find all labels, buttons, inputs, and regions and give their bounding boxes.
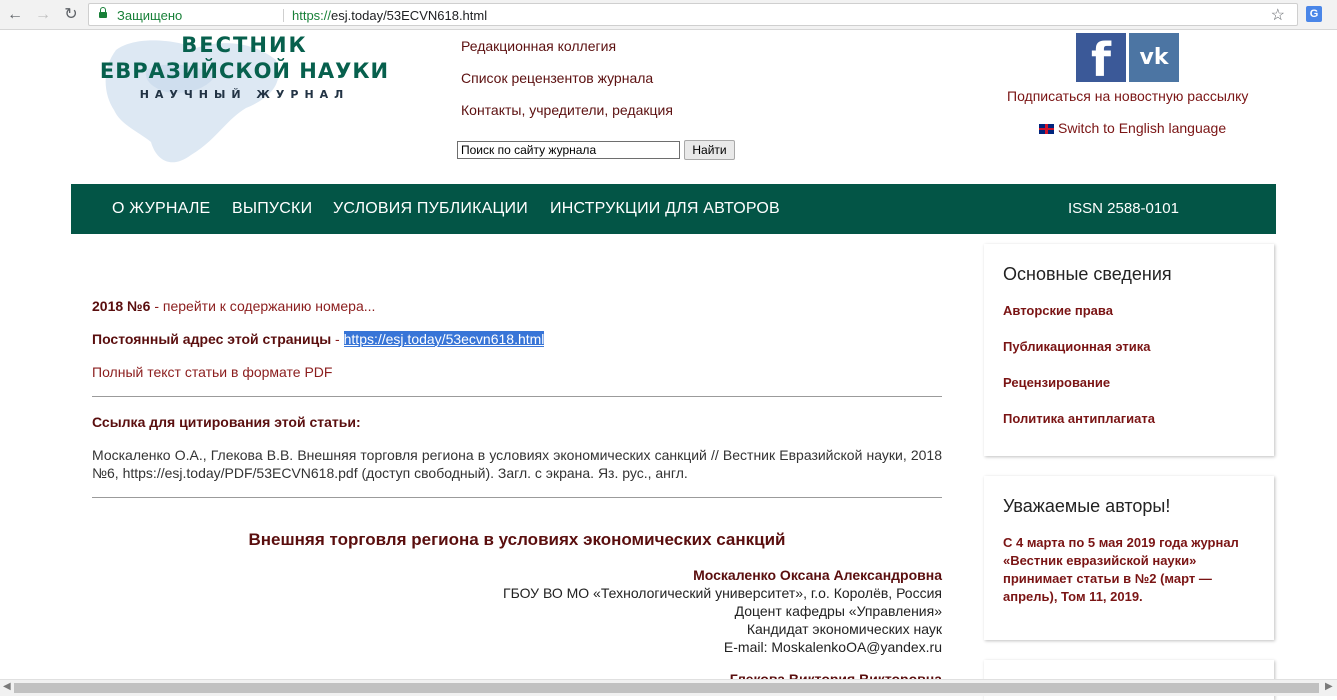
author-affiliation: ГБОУ ВО МО «Технологический университет»… bbox=[502, 585, 942, 601]
horizontal-scrollbar[interactable]: ◀ ▶ bbox=[0, 679, 1337, 696]
sidebar-authors-notice: Уважаемые авторы! С 4 марта по 5 мая 201… bbox=[984, 476, 1274, 640]
permalink-label: Постоянный адрес этой страницы bbox=[92, 331, 332, 347]
back-arrow-icon[interactable]: ← bbox=[6, 6, 24, 24]
issue-separator: - bbox=[150, 298, 163, 314]
scrollbar-thumb[interactable] bbox=[14, 683, 1319, 693]
citation-label: Ссылка для цитирования этой статьи: bbox=[92, 414, 361, 430]
sidebar-main-info-title: Основные сведения bbox=[1003, 264, 1172, 284]
pdf-fulltext-link[interactable]: Полный текст статьи в формате PDF bbox=[92, 364, 332, 380]
nav-publication-terms[interactable]: УСЛОВИЯ ПУБЛИКАЦИИ bbox=[333, 200, 528, 218]
author-block: Москаленко Оксана Александровна ГБОУ ВО … bbox=[400, 566, 942, 688]
bookmark-star-icon[interactable]: ☆ bbox=[1271, 5, 1285, 25]
permalink-url[interactable]: https://esj.today/53ecvn618.html bbox=[343, 331, 545, 347]
address-separator bbox=[283, 9, 284, 22]
address-bar[interactable]: Защищено https://esj.today/53ECVN618.htm… bbox=[88, 3, 1298, 26]
main-navigation: О ЖУРНАЛЕ ВЫПУСКИ УСЛОВИЯ ПУБЛИКАЦИИ ИНС… bbox=[71, 184, 1276, 234]
sidebar-main-info: Основные сведения Авторские права Публик… bbox=[984, 244, 1274, 456]
url-scheme: https:// bbox=[292, 8, 332, 23]
author-degree: Кандидат экономических наук bbox=[746, 621, 942, 637]
switch-language-label: Switch to English language bbox=[1058, 120, 1227, 136]
issn-label: ISSN 2588-0101 bbox=[1068, 200, 1179, 217]
issue-line: 2018 №6 - перейти к содержанию номера... bbox=[92, 298, 375, 314]
divider bbox=[92, 396, 942, 397]
nav-about-journal[interactable]: О ЖУРНАЛЕ bbox=[112, 200, 210, 218]
scroll-left-icon[interactable]: ◀ bbox=[3, 681, 11, 692]
issue-contents-link[interactable]: перейти к содержанию номера... bbox=[163, 298, 376, 314]
link-editorial-board[interactable]: Редакционная коллегия bbox=[461, 38, 673, 70]
reload-icon[interactable]: ↻ bbox=[62, 6, 80, 24]
citation-text: Москаленко О.А., Глекова В.В. Внешняя то… bbox=[92, 447, 942, 481]
sidebar-link-copyright[interactable]: Авторские права bbox=[1003, 303, 1113, 318]
permalink-line: Постоянный адрес этой страницы - https:/… bbox=[92, 331, 545, 347]
link-contacts[interactable]: Контакты, учредители, редакция bbox=[461, 102, 673, 134]
author-email: E-mail: MoskalenkoOA@yandex.ru bbox=[723, 639, 942, 655]
lock-icon bbox=[99, 7, 107, 19]
nav-author-instructions[interactable]: ИНСТРУКЦИИ ДЛЯ АВТОРОВ bbox=[550, 200, 780, 218]
scroll-right-icon[interactable]: ▶ bbox=[1325, 681, 1333, 692]
sidebar-link-publication-ethics[interactable]: Публикационная этика bbox=[1003, 339, 1150, 354]
permalink-separator: - bbox=[331, 331, 344, 347]
switch-language-link[interactable]: Switch to English language bbox=[1039, 120, 1226, 136]
uk-flag-icon bbox=[1039, 124, 1054, 134]
sidebar-link-reviewing[interactable]: Рецензирование bbox=[1003, 375, 1110, 390]
logo-line-2: ЕВРАЗИЙСКОЙ НАУКИ bbox=[99, 59, 390, 83]
divider bbox=[92, 497, 942, 498]
sidebar-authors-title: Уважаемые авторы! bbox=[1003, 496, 1171, 516]
nav-issues[interactable]: ВЫПУСКИ bbox=[232, 200, 312, 218]
author-name: Москаленко Оксана Александровна bbox=[693, 567, 942, 583]
secure-label: Защищено bbox=[117, 8, 183, 23]
logo-line-1: ВЕСТНИК bbox=[181, 33, 308, 57]
link-reviewers-list[interactable]: Список рецензентов журнала bbox=[461, 70, 673, 102]
logo-subtitle: НАУЧНЫЙ ЖУРНАЛ bbox=[139, 88, 350, 101]
article-title: Внешняя торговля региона в условиях экон… bbox=[248, 530, 786, 549]
sidebar-authors-note: С 4 марта по 5 мая 2019 года журнал «Вес… bbox=[1003, 535, 1239, 604]
translate-extension-icon[interactable]: G bbox=[1306, 6, 1322, 22]
url-text[interactable]: https://esj.today/53ECVN618.html bbox=[292, 8, 487, 23]
facebook-icon[interactable]: f bbox=[1076, 33, 1126, 87]
author-position: Доцент кафедры «Управления» bbox=[734, 603, 942, 619]
url-path: esj.today/53ECVN618.html bbox=[331, 8, 488, 23]
browser-toolbar: ← → ↻ Защищено https://esj.today/53ECVN6… bbox=[0, 0, 1337, 30]
site-search-input[interactable] bbox=[457, 141, 680, 159]
header-links: Редакционная коллегия Список рецензентов… bbox=[461, 38, 673, 134]
sidebar-link-antiplagiarism[interactable]: Политика антиплагиата bbox=[1003, 411, 1155, 426]
site-logo[interactable]: ВЕСТНИК ЕВРАЗИЙСКОЙ НАУКИ НАУЧНЫЙ ЖУРНАЛ bbox=[92, 32, 397, 101]
subscribe-newsletter-link[interactable]: Подписаться на новостную рассылку bbox=[1007, 88, 1248, 104]
search-button[interactable]: Найти bbox=[684, 140, 735, 160]
forward-arrow-icon[interactable]: → bbox=[34, 6, 52, 24]
vk-icon[interactable]: vk bbox=[1129, 33, 1179, 82]
issue-number: 2018 №6 bbox=[92, 298, 151, 314]
